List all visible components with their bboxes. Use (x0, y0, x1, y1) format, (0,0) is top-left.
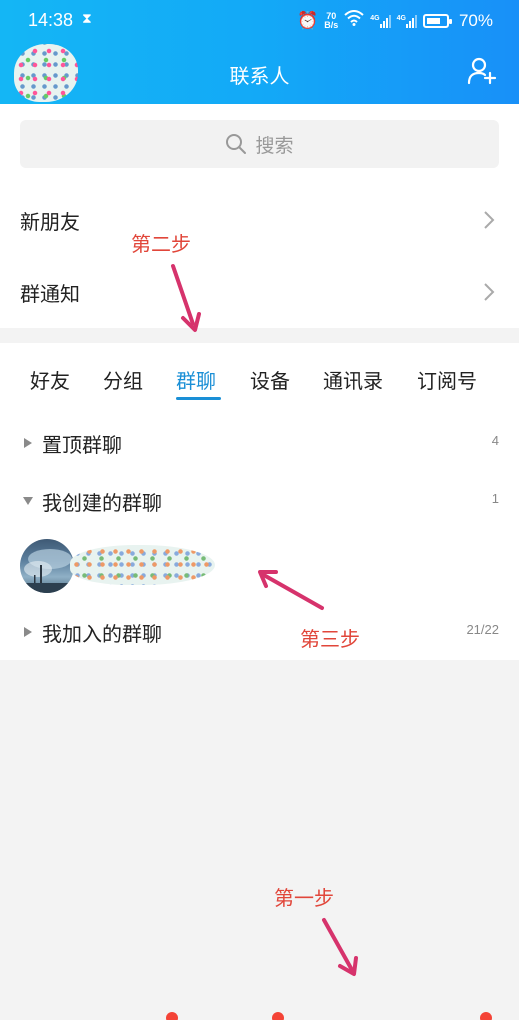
pinned-groups-label: 置顶群聊 (42, 433, 122, 457)
caret-right-icon (24, 438, 32, 448)
created-groups-count: 1 (491, 491, 499, 506)
nav-badge-dot (166, 1012, 178, 1020)
group-notice-label: 群通知 (20, 281, 80, 306)
nav-badge-dot (272, 1012, 284, 1020)
group-notice-row[interactable]: 群通知 (0, 256, 519, 328)
wifi-icon (344, 10, 364, 31)
status-right: ⏰ 70 B/s 4G 4G 70% (297, 10, 493, 31)
alarm-icon: ⏰ (297, 10, 319, 30)
annotation-step-1: 第一步 (274, 886, 334, 910)
add-friend-button[interactable] (467, 56, 497, 86)
battery-percent: 70% (458, 10, 493, 30)
active-tab-indicator (176, 397, 221, 400)
tab-group-chats[interactable]: 群聊 (176, 365, 216, 394)
chevron-right-icon (484, 283, 495, 301)
pinned-groups-header[interactable]: 置顶群聊 4 (0, 423, 519, 463)
caret-right-icon (24, 627, 32, 637)
chevron-right-icon (484, 211, 495, 229)
annotation-arrow-2 (171, 264, 201, 332)
annotation-arrow-1 (322, 918, 358, 976)
network-type-2: 4G (396, 14, 406, 22)
battery-icon (422, 13, 452, 28)
status-bar: 14:38 ⧗ ⏰ 70 B/s 4G 4G 70% (0, 8, 519, 34)
annotation-arrow-3 (258, 570, 324, 610)
group-name-redacted (70, 545, 215, 585)
contacts-panel: 好友 分组 群聊 设备 通讯录 订阅号 置顶群聊 4 我创建的群聊 1 我加入的… (0, 343, 519, 660)
joined-groups-label: 我加入的群聊 (42, 622, 162, 646)
tab-address-book[interactable]: 通讯录 (323, 365, 383, 394)
annotation-step-3: 第三步 (300, 627, 360, 651)
network-type-1: 4G (370, 14, 380, 22)
annotation-step-2: 第二步 (131, 232, 191, 256)
search-input[interactable]: 搜索 (20, 120, 499, 168)
tab-groups[interactable]: 分组 (103, 365, 143, 394)
tab-subscriptions[interactable]: 订阅号 (417, 365, 477, 394)
caret-down-icon (23, 497, 33, 505)
battery-fill (426, 17, 440, 24)
new-friends-row[interactable]: 新朋友 (0, 184, 519, 256)
created-groups-header[interactable]: 我创建的群聊 1 (0, 481, 519, 521)
search-placeholder: 搜索 (255, 134, 294, 157)
group-avatar (20, 539, 74, 593)
add-user-icon (467, 57, 497, 85)
status-time: 14:38 (28, 10, 74, 30)
cell-signal-icon-2: 4G (397, 14, 417, 28)
cell-signal-icon-1: 4G (370, 14, 391, 28)
contact-tabs: 好友 分组 群聊 设备 通讯录 订阅号 (0, 365, 519, 401)
joined-groups-count: 21/22 (466, 622, 499, 637)
net-speed-unit: B/s (324, 19, 339, 30)
tab-devices[interactable]: 设备 (250, 365, 290, 394)
nav-badge-dot (480, 1012, 492, 1020)
search-icon (226, 134, 247, 154)
created-groups-label: 我创建的群聊 (42, 491, 162, 515)
new-friends-label: 新朋友 (20, 209, 80, 234)
net-speed: 70 B/s (324, 11, 339, 30)
page-title: 联系人 (229, 64, 290, 88)
search-section: 搜索 新朋友 群通知 (0, 104, 519, 328)
hourglass-icon: ⧗ (82, 11, 92, 27)
app-header: 14:38 ⧗ ⏰ 70 B/s 4G 4G 70% 联系人 (0, 0, 519, 104)
joined-groups-header[interactable]: 我加入的群聊 21/22 (0, 612, 519, 652)
pinned-groups-count: 4 (491, 433, 499, 448)
tab-friends[interactable]: 好友 (30, 365, 70, 394)
